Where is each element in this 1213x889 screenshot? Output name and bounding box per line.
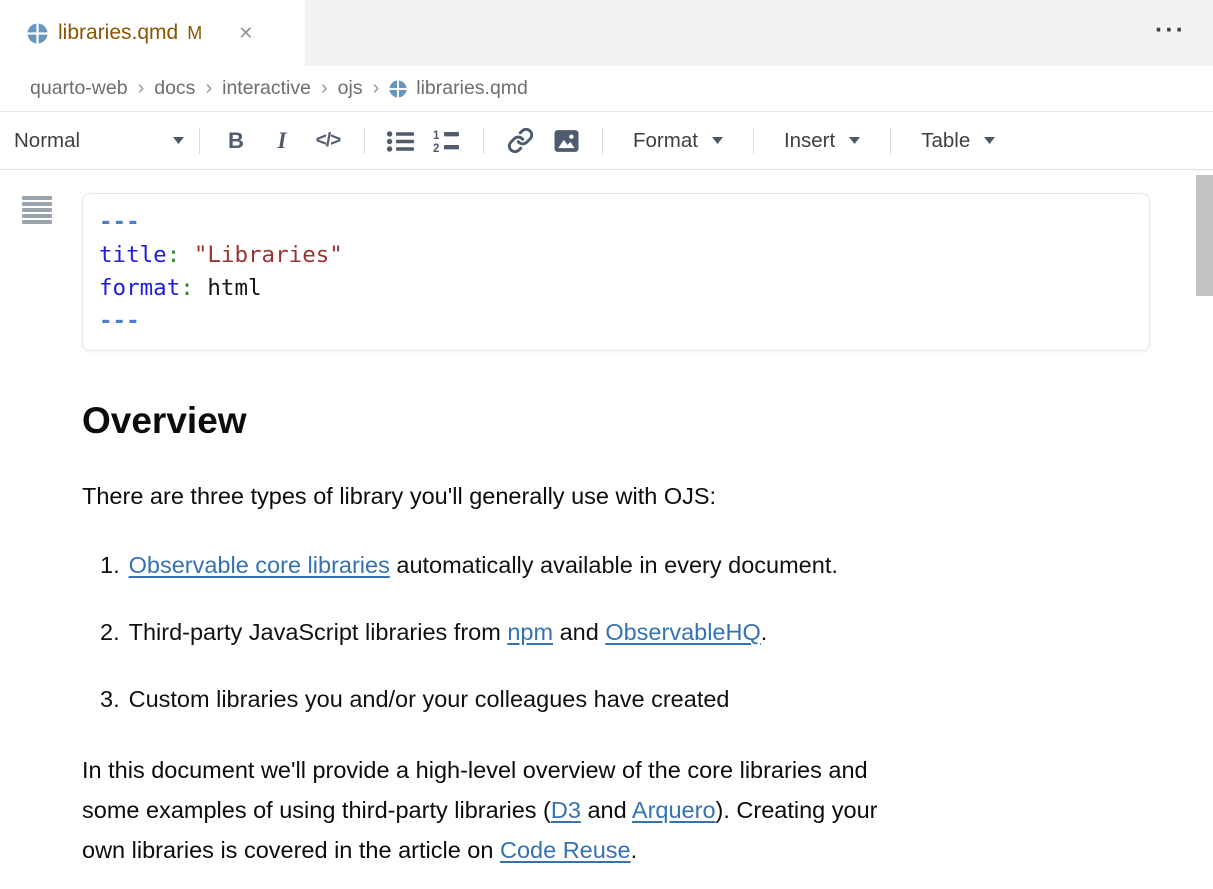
doc-text: some examples of using third-party libra…	[82, 797, 551, 823]
doc-link[interactable]: Observable core libraries	[129, 552, 390, 578]
doc-text: own libraries is covered in the article …	[82, 837, 500, 863]
doc-link[interactable]: npm	[507, 619, 553, 645]
chevron-down-icon	[173, 137, 184, 144]
link-button[interactable]	[497, 127, 543, 154]
document-editor: ---title: "Libraries"format: html--- Ove…	[0, 170, 1213, 870]
breadcrumb-file[interactable]: libraries.qmd	[416, 77, 528, 100]
paragraph-style-value: Normal	[14, 129, 80, 153]
scrollbar-thumb[interactable]	[1196, 175, 1213, 296]
list-item-text: Observable core libraries automatically …	[129, 549, 838, 582]
doc-text: .	[761, 619, 768, 645]
toolbar-separator	[199, 128, 200, 154]
list-item: 1. Observable core libraries automaticall…	[82, 549, 1213, 582]
doc-text: Third-party JavaScript libraries from	[129, 619, 508, 645]
breadcrumb-item[interactable]: interactive	[222, 77, 311, 100]
doc-text: and	[581, 797, 632, 823]
toolbar-separator	[364, 128, 365, 154]
formatting-toolbar: Normal B I </> 1 2	[0, 112, 1213, 170]
doc-text: Custom libraries you and/or your colleag…	[129, 686, 730, 712]
library-types-list: 1. Observable core libraries automaticall…	[82, 549, 1213, 716]
doc-text: automatically available in every documen…	[390, 552, 838, 578]
link-icon	[507, 127, 534, 154]
doc-link[interactable]: Arquero	[632, 797, 716, 823]
list-number: 3.	[100, 683, 120, 716]
paragraph-line: In this document we'll provide a high-le…	[82, 750, 1213, 790]
insert-menu-label: Insert	[784, 129, 835, 153]
chevron-down-icon	[984, 137, 995, 144]
code-button[interactable]: </>	[305, 130, 351, 152]
breadcrumb-separator: ›	[321, 77, 328, 100]
paragraph-line: some examples of using third-party libra…	[82, 790, 1213, 830]
image-icon	[553, 129, 580, 153]
svg-text:1: 1	[433, 130, 440, 142]
image-button[interactable]	[543, 129, 589, 153]
tab-bar: libraries.qmd M ✕ ···	[0, 0, 1213, 66]
outline-icon[interactable]	[22, 196, 52, 224]
quarto-icon	[389, 80, 407, 98]
doc-text: In this document we'll provide a high-le…	[82, 757, 868, 783]
insert-menu[interactable]: Insert	[767, 129, 877, 153]
close-icon[interactable]: ✕	[238, 24, 253, 42]
section-heading: Overview	[82, 400, 1213, 441]
toolbar-separator	[753, 128, 754, 154]
toolbar-separator	[890, 128, 891, 154]
breadcrumb-separator: ›	[138, 77, 145, 100]
doc-text: ). Creating your	[716, 797, 878, 823]
bullet-list-button[interactable]	[378, 129, 424, 153]
chevron-down-icon	[712, 137, 723, 144]
list-item-text: Custom libraries you and/or your colleag…	[129, 683, 730, 716]
doc-text: and	[553, 619, 605, 645]
yaml-line: title: "Libraries"	[99, 239, 1133, 272]
quarto-icon	[27, 23, 48, 44]
closing-paragraph: In this document we'll provide a high-le…	[82, 750, 1213, 870]
tab-libraries-qmd[interactable]: libraries.qmd M ✕	[0, 0, 305, 66]
list-number: 2.	[100, 616, 120, 649]
yaml-source: ---title: "Libraries"format: html---	[99, 206, 1133, 338]
list-item-text: Third-party JavaScript libraries from np…	[129, 616, 768, 649]
chevron-down-icon	[849, 137, 860, 144]
format-menu-label: Format	[633, 129, 698, 153]
table-menu-label: Table	[921, 129, 970, 153]
list-item: 3. Custom libraries you and/or your colle…	[82, 683, 1213, 716]
svg-text:2: 2	[433, 143, 439, 153]
modified-badge: M	[187, 23, 202, 44]
paragraph-line: own libraries is covered in the article …	[82, 830, 1213, 870]
yaml-front-matter-block[interactable]: ---title: "Libraries"format: html---	[82, 193, 1150, 351]
doc-link[interactable]: ObservableHQ	[605, 619, 760, 645]
breadcrumb-item[interactable]: quarto-web	[30, 77, 128, 100]
italic-button[interactable]: I	[259, 128, 305, 154]
editor-window: libraries.qmd M ✕ ··· quarto-web › docs › in…	[0, 0, 1213, 889]
more-actions-icon[interactable]: ···	[1155, 18, 1186, 43]
numbered-list-icon: 1 2	[433, 129, 461, 153]
intro-paragraph: There are three types of library you'll …	[82, 480, 1213, 513]
yaml-line: format: html	[99, 272, 1133, 305]
bold-button[interactable]: B	[213, 128, 259, 154]
breadcrumb-item[interactable]: docs	[154, 77, 195, 100]
numbered-list-button[interactable]: 1 2	[424, 129, 470, 153]
doc-link[interactable]: D3	[551, 797, 581, 823]
paragraph-style-dropdown[interactable]: Normal	[14, 129, 186, 153]
toolbar-separator	[483, 128, 484, 154]
toolbar-separator	[602, 128, 603, 154]
breadcrumb-separator: ›	[205, 77, 212, 100]
list-number: 1.	[100, 549, 120, 582]
bullet-list-icon	[386, 129, 416, 153]
yaml-line: ---	[99, 206, 1133, 239]
doc-text: .	[631, 837, 638, 863]
doc-link[interactable]: Code Reuse	[500, 837, 631, 863]
breadcrumb-item[interactable]: ojs	[338, 77, 363, 100]
breadcrumb-separator: ›	[373, 77, 380, 100]
tab-filename: libraries.qmd	[58, 21, 178, 45]
breadcrumb: quarto-web › docs › interactive › ojs › librarie…	[0, 66, 1213, 112]
yaml-line: ---	[99, 305, 1133, 338]
format-menu[interactable]: Format	[616, 129, 740, 153]
table-menu[interactable]: Table	[904, 129, 1012, 153]
list-item: 2. Third-party JavaScript libraries from …	[82, 616, 1213, 649]
